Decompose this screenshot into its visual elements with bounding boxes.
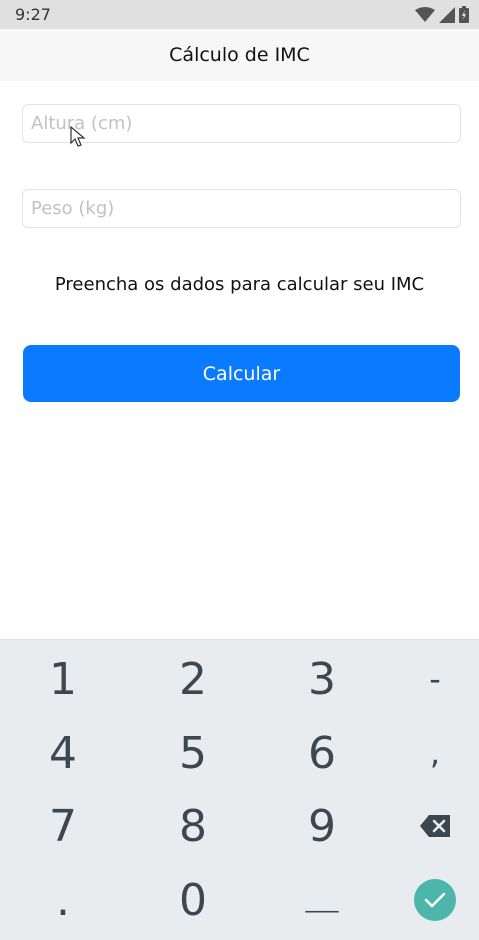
key-space[interactable]: ___ bbox=[287, 865, 357, 935]
key-3[interactable]: 3 bbox=[277, 644, 367, 714]
page-title: Cálculo de IMC bbox=[169, 44, 310, 66]
status-message: Preencha os dados para calcular seu IMC bbox=[54, 274, 425, 295]
key-dot[interactable]: . bbox=[18, 865, 108, 935]
key-6[interactable]: 6 bbox=[277, 718, 367, 788]
check-icon bbox=[424, 892, 446, 908]
key-minus[interactable]: - bbox=[400, 644, 470, 714]
app-bar: Cálculo de IMC bbox=[0, 29, 479, 81]
key-5[interactable]: 5 bbox=[148, 718, 238, 788]
backspace-key[interactable] bbox=[400, 791, 470, 861]
key-1[interactable]: 1 bbox=[18, 644, 108, 714]
key-9[interactable]: 9 bbox=[277, 791, 367, 861]
key-comma[interactable]: , bbox=[400, 718, 470, 788]
status-time: 9:27 bbox=[15, 5, 51, 24]
enter-key[interactable] bbox=[400, 865, 470, 935]
key-0[interactable]: 0 bbox=[148, 865, 238, 935]
signal-icon bbox=[439, 6, 455, 23]
key-2[interactable]: 2 bbox=[148, 644, 238, 714]
numeric-keyboard: 1 2 3 - 4 5 6 , 7 8 9 . 0 ___ bbox=[0, 639, 479, 940]
enter-button-circle bbox=[414, 879, 456, 921]
status-bar: 9:27 bbox=[0, 0, 479, 29]
backspace-icon bbox=[420, 815, 450, 837]
key-8[interactable]: 8 bbox=[148, 791, 238, 861]
mouse-cursor-icon bbox=[70, 126, 86, 147]
status-icons bbox=[415, 6, 469, 23]
calculate-button[interactable]: Calcular bbox=[23, 345, 460, 402]
key-4[interactable]: 4 bbox=[18, 718, 108, 788]
key-7[interactable]: 7 bbox=[18, 791, 108, 861]
altura-input[interactable] bbox=[22, 104, 461, 143]
battery-icon bbox=[459, 6, 469, 23]
wifi-icon bbox=[415, 6, 435, 22]
peso-input[interactable] bbox=[22, 189, 461, 228]
